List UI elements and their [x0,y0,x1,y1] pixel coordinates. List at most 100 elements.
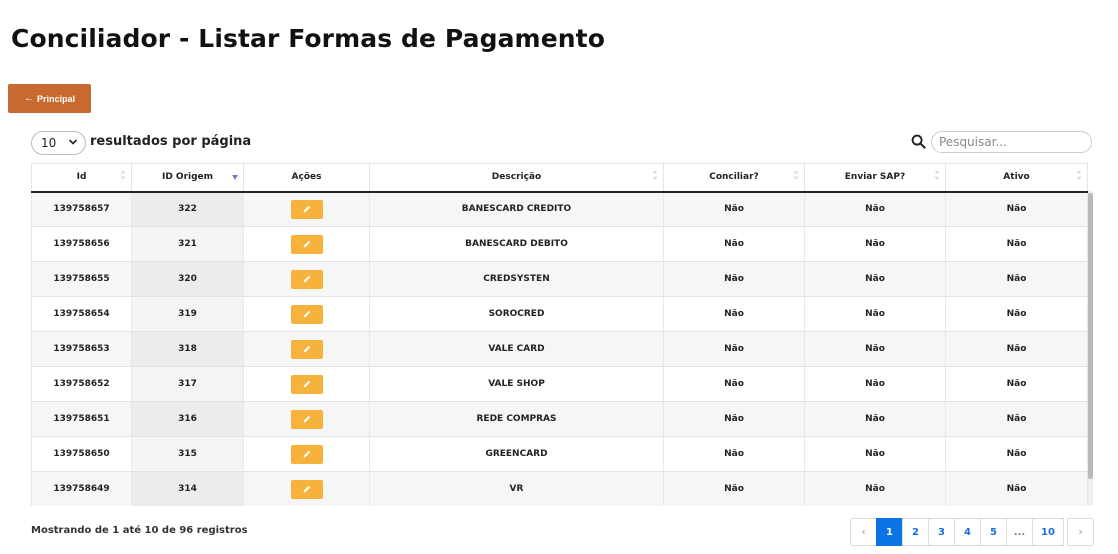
table-row: 139758653 318 VALE CARD Não Não Não [31,331,1088,367]
edit-button[interactable] [290,409,323,429]
cell-conciliar: Não [663,226,805,262]
cell-acoes [243,331,370,367]
cell-conciliar: Não [663,191,805,227]
cell-descricao: VALE CARD [369,331,664,367]
pencil-icon [303,485,310,493]
cell-conciliar: Não [663,261,805,297]
page-button-3[interactable]: 3 [928,518,955,546]
edit-button[interactable] [290,339,323,359]
cell-id-origem: 319 [131,296,244,332]
cell-ativo: Não [945,191,1088,227]
page-button-4[interactable]: 4 [954,518,981,546]
page-length-label: resultados por página [90,134,252,149]
pencil-icon [303,275,310,283]
back-button-label: Principal [36,93,75,104]
cell-id: 139758649 [31,471,132,506]
cell-id: 139758655 [31,261,132,297]
cell-enviar-sap: Não [804,471,946,506]
edit-button[interactable] [290,269,323,289]
pencil-icon [303,415,310,423]
edit-button[interactable] [290,199,323,219]
edit-button[interactable] [290,444,323,464]
page-button-5[interactable]: 5 [980,518,1007,546]
cell-id: 139758657 [31,191,132,227]
cell-id-origem: 314 [131,471,244,506]
cell-enviar-sap: Não [804,226,946,262]
cell-id: 139758654 [31,296,132,332]
pencil-icon [303,205,310,213]
scrollbar-thumb[interactable] [1088,193,1093,479]
back-to-principal-button[interactable]: ← Principal [8,84,91,113]
chevron-down-icon [68,139,78,145]
cell-conciliar: Não [663,331,805,367]
cell-descricao: CREDSYSTEN [369,261,664,297]
cell-id-origem: 318 [131,331,244,367]
edit-button[interactable] [290,304,323,324]
page-length-value: 10 [41,136,57,150]
cell-conciliar: Não [663,401,805,437]
cell-id: 139758650 [31,436,132,472]
table-row: 139758657 322 BANESCARD CREDITO Não Não Não [31,191,1088,227]
cell-id-origem: 317 [131,366,244,402]
cell-id: 139758651 [31,401,132,437]
pencil-icon [303,380,310,388]
column-header-ativo[interactable]: Ativo [945,163,1088,193]
search-input[interactable] [931,131,1092,153]
cell-acoes [243,471,370,506]
cell-ativo: Não [945,226,1088,262]
cell-id: 139758653 [31,331,132,367]
cell-acoes [243,191,370,227]
column-header-enviar-sap[interactable]: Enviar SAP? [804,163,946,193]
cell-enviar-sap: Não [804,401,946,437]
cell-enviar-sap: Não [804,296,946,332]
cell-acoes [243,261,370,297]
cell-id-origem: 320 [131,261,244,297]
next-page-button[interactable]: › [1067,518,1094,546]
cell-conciliar: Não [663,366,805,402]
cell-descricao: BANESCARD CREDITO [369,191,664,227]
sort-icon [793,170,799,180]
edit-button[interactable] [290,479,323,499]
cell-conciliar: Não [663,296,805,332]
table-scrollbar[interactable] [1088,191,1093,506]
previous-page-button[interactable]: ‹ [850,518,877,546]
page-button-1[interactable]: 1 [876,518,903,546]
page-button-10[interactable]: 10 [1032,518,1064,546]
cell-id-origem: 321 [131,226,244,262]
edit-button[interactable] [290,374,323,394]
table-row: 139758652 317 VALE SHOP Não Não Não [31,366,1088,402]
page-length-select[interactable]: 10 [31,131,86,155]
cell-enviar-sap: Não [804,331,946,367]
column-header-id[interactable]: Id [31,163,132,193]
cell-id-origem: 316 [131,401,244,437]
cell-descricao: BANESCARD DEBITO [369,226,664,262]
column-header-conciliar[interactable]: Conciliar? [663,163,805,193]
cell-enviar-sap: Não [804,436,946,472]
column-header-descricao[interactable]: Descrição [369,163,664,193]
cell-ativo: Não [945,366,1088,402]
cell-ativo: Não [945,471,1088,506]
pencil-icon [303,450,310,458]
cell-descricao: SOROCRED [369,296,664,332]
page-button-2[interactable]: 2 [902,518,929,546]
pencil-icon [303,310,310,318]
cell-descricao: VR [369,471,664,506]
table-row: 139758651 316 REDE COMPRAS Não Não Não [31,401,1088,437]
cell-ativo: Não [945,296,1088,332]
cell-descricao: REDE COMPRAS [369,401,664,437]
table-row: 139758656 321 BANESCARD DEBITO Não Não Não [31,226,1088,262]
edit-button[interactable] [290,234,323,254]
column-header-acoes: Ações [243,163,370,193]
cell-acoes [243,296,370,332]
column-header-id-origem[interactable]: ID Origem [131,163,244,193]
cell-id-origem: 315 [131,436,244,472]
search-icon [911,134,926,149]
table-row: 139758655 320 CREDSYSTEN Não Não Não [31,261,1088,297]
cell-ativo: Não [945,261,1088,297]
cell-conciliar: Não [663,436,805,472]
cell-acoes [243,401,370,437]
sort-desc-icon [232,175,238,180]
cell-ativo: Não [945,401,1088,437]
table-info: Mostrando de 1 até 10 de 96 registros [31,525,248,536]
cell-ativo: Não [945,331,1088,367]
